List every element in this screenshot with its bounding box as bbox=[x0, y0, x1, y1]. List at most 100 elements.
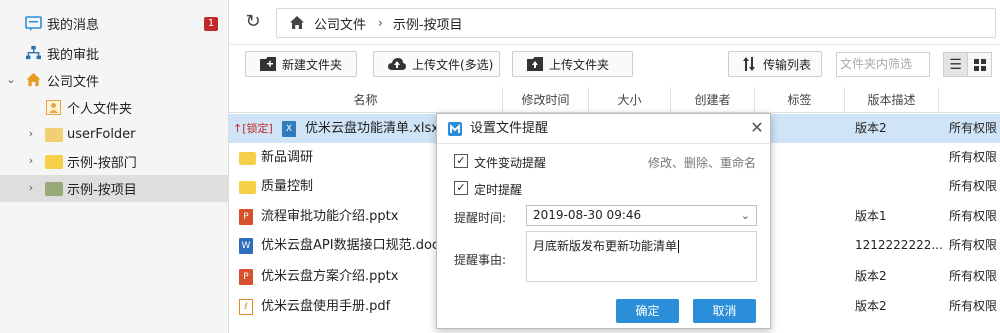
permission-cell: 所有权限 bbox=[949, 150, 998, 164]
list-view-button[interactable]: ☰ bbox=[943, 52, 968, 77]
upload-files-label: 上传文件(多选) bbox=[412, 57, 494, 72]
permission-cell: 所有权限 bbox=[949, 121, 998, 135]
message-icon bbox=[25, 16, 42, 31]
reminder-reason-label: 提醒事由: bbox=[454, 253, 507, 267]
column-header-tags[interactable]: 标签 bbox=[755, 87, 845, 113]
sidebar-item-approvals[interactable]: 我的审批 bbox=[0, 40, 228, 67]
upload-folder-icon bbox=[527, 57, 543, 71]
file-name[interactable]: 优米云盘使用手册.pdf bbox=[261, 292, 390, 321]
refresh-icon[interactable]: ↻ bbox=[243, 12, 263, 32]
lock-marker: ↑[锁定] bbox=[233, 122, 273, 135]
grid-view-button[interactable] bbox=[967, 52, 992, 77]
list-view-icon: ☰ bbox=[949, 56, 962, 73]
file-name[interactable]: 优米云盘方案介绍.pptx bbox=[261, 262, 398, 291]
chevron-right-icon[interactable]: › bbox=[26, 181, 36, 194]
breadcrumb-root[interactable]: 公司文件 bbox=[314, 14, 366, 33]
home-icon bbox=[26, 72, 41, 87]
file-reminder-dialog: 设置文件提醒 ✕ ✓ 文件变动提醒 修改、删除、重命名 ✓ 定时提醒 提醒时间:… bbox=[436, 113, 771, 329]
sidebar-item-label: 示例-按项目 bbox=[67, 183, 137, 198]
new-folder-icon bbox=[260, 57, 276, 71]
home-icon[interactable] bbox=[289, 15, 305, 31]
powerpoint-file-icon: P bbox=[239, 269, 253, 285]
sidebar-item-personal-folder[interactable]: 个人文件夹 bbox=[0, 94, 228, 121]
top-nav: ↻ 公司文件 › 示例-按项目 bbox=[229, 0, 1000, 45]
app-logo-icon bbox=[448, 122, 462, 136]
reminder-reason-textarea[interactable]: 月底新版发布更新功能清单 bbox=[526, 231, 757, 282]
file-name[interactable]: 优米云盘API数据接口规范.docx bbox=[261, 231, 447, 260]
reminder-time-select[interactable]: 2019-08-30 09:46 ⌄ bbox=[526, 205, 757, 226]
sidebar-item-by-department[interactable]: › 示例-按部门 bbox=[0, 148, 228, 175]
permission-cell: 所有权限 bbox=[949, 269, 998, 283]
sidebar: 我的消息 1 我的审批 ⌄ 公司文件 个人文件夹 › userFolder › … bbox=[0, 0, 229, 333]
transfer-list-button[interactable]: 传输列表 bbox=[728, 51, 822, 77]
folder-icon bbox=[45, 128, 63, 142]
table-header: 名称 修改时间 大小 创建者 标签 版本描述 bbox=[229, 87, 1000, 113]
breadcrumb: 公司文件 › 示例-按项目 bbox=[276, 8, 996, 38]
version-cell: 1212222222... bbox=[855, 238, 943, 252]
file-name[interactable]: 质量控制 bbox=[261, 172, 313, 201]
folder-filter-input[interactable]: 文件夹内筛选 bbox=[836, 52, 930, 77]
permission-cell: 所有权限 bbox=[949, 179, 998, 193]
cancel-button[interactable]: 取消 bbox=[693, 299, 756, 323]
new-folder-button[interactable]: 新建文件夹 bbox=[245, 51, 357, 77]
sidebar-item-label: 公司文件 bbox=[47, 75, 100, 90]
version-cell: 版本1 bbox=[855, 209, 887, 223]
version-cell: 版本2 bbox=[855, 121, 887, 135]
column-header-version[interactable]: 版本描述 bbox=[845, 87, 939, 113]
dialog-header: 设置文件提醒 ✕ bbox=[437, 114, 770, 144]
chevron-right-icon: › bbox=[378, 16, 383, 30]
column-header-name[interactable]: 名称 bbox=[229, 87, 503, 113]
folder-icon bbox=[239, 152, 256, 165]
reminder-time-value: 2019-08-30 09:46 bbox=[533, 208, 642, 222]
grid-view-icon bbox=[973, 58, 986, 71]
sidebar-item-messages[interactable]: 我的消息 1 bbox=[0, 10, 228, 37]
breadcrumb-current[interactable]: 示例-按项目 bbox=[393, 14, 463, 33]
sidebar-item-label: 我的审批 bbox=[47, 48, 100, 63]
upload-folder-button[interactable]: 上传文件夹 bbox=[512, 51, 633, 77]
folder-icon bbox=[45, 182, 63, 196]
file-change-hint: 修改、删除、重命名 bbox=[647, 156, 756, 170]
transfer-list-label: 传输列表 bbox=[763, 57, 812, 72]
permission-cell: 所有权限 bbox=[949, 238, 998, 252]
chevron-down-icon[interactable]: ⌄ bbox=[6, 73, 16, 86]
column-header-size[interactable]: 大小 bbox=[589, 87, 671, 113]
lock-label: [锁定] bbox=[242, 122, 273, 135]
timed-reminder-checkbox[interactable]: ✓ bbox=[454, 181, 468, 195]
column-header-modified[interactable]: 修改时间 bbox=[503, 87, 589, 113]
file-name[interactable]: 优米云盘功能清单.xlsx bbox=[305, 114, 439, 143]
sidebar-item-label: 个人文件夹 bbox=[67, 102, 133, 117]
new-folder-label: 新建文件夹 bbox=[282, 57, 343, 72]
upload-files-button[interactable]: 上传文件(多选) bbox=[373, 51, 500, 77]
confirm-button[interactable]: 确定 bbox=[616, 299, 679, 323]
sidebar-item-label: 我的消息 bbox=[47, 18, 100, 33]
permission-cell: 所有权限 bbox=[949, 209, 998, 223]
permission-cell: 所有权限 bbox=[949, 299, 998, 313]
unread-badge: 1 bbox=[204, 17, 218, 31]
pdf-file-icon: ℓ bbox=[239, 299, 253, 315]
file-name[interactable]: 流程审批功能介绍.pptx bbox=[261, 202, 398, 231]
chevron-right-icon[interactable]: › bbox=[26, 154, 36, 167]
person-folder-icon bbox=[46, 100, 61, 115]
version-cell: 版本2 bbox=[855, 269, 887, 283]
sidebar-item-label: userFolder bbox=[67, 127, 136, 142]
file-change-checkbox[interactable]: ✓ bbox=[454, 154, 468, 168]
close-icon[interactable]: ✕ bbox=[748, 118, 766, 138]
sidebar-item-userfolder[interactable]: › userFolder bbox=[0, 121, 228, 148]
excel-file-icon: X bbox=[282, 121, 296, 137]
timed-reminder-label[interactable]: 定时提醒 bbox=[474, 181, 522, 198]
dialog-title: 设置文件提醒 bbox=[470, 121, 549, 136]
transfer-icon bbox=[743, 57, 755, 71]
reminder-time-label: 提醒时间: bbox=[454, 211, 507, 225]
chevron-down-icon: ⌄ bbox=[740, 209, 750, 222]
column-header-creator[interactable]: 创建者 bbox=[671, 87, 755, 113]
sidebar-item-by-project[interactable]: › 示例-按项目 bbox=[0, 175, 228, 202]
powerpoint-file-icon: P bbox=[239, 209, 253, 225]
file-change-label[interactable]: 文件变动提醒 bbox=[474, 154, 546, 171]
file-name[interactable]: 新品调研 bbox=[261, 143, 313, 172]
cloud-upload-icon bbox=[388, 58, 406, 70]
text-cursor bbox=[678, 240, 680, 253]
chevron-right-icon[interactable]: › bbox=[26, 127, 36, 140]
folder-icon bbox=[239, 181, 256, 194]
sidebar-item-company-files[interactable]: ⌄ 公司文件 bbox=[0, 67, 228, 94]
folder-icon bbox=[45, 155, 63, 169]
